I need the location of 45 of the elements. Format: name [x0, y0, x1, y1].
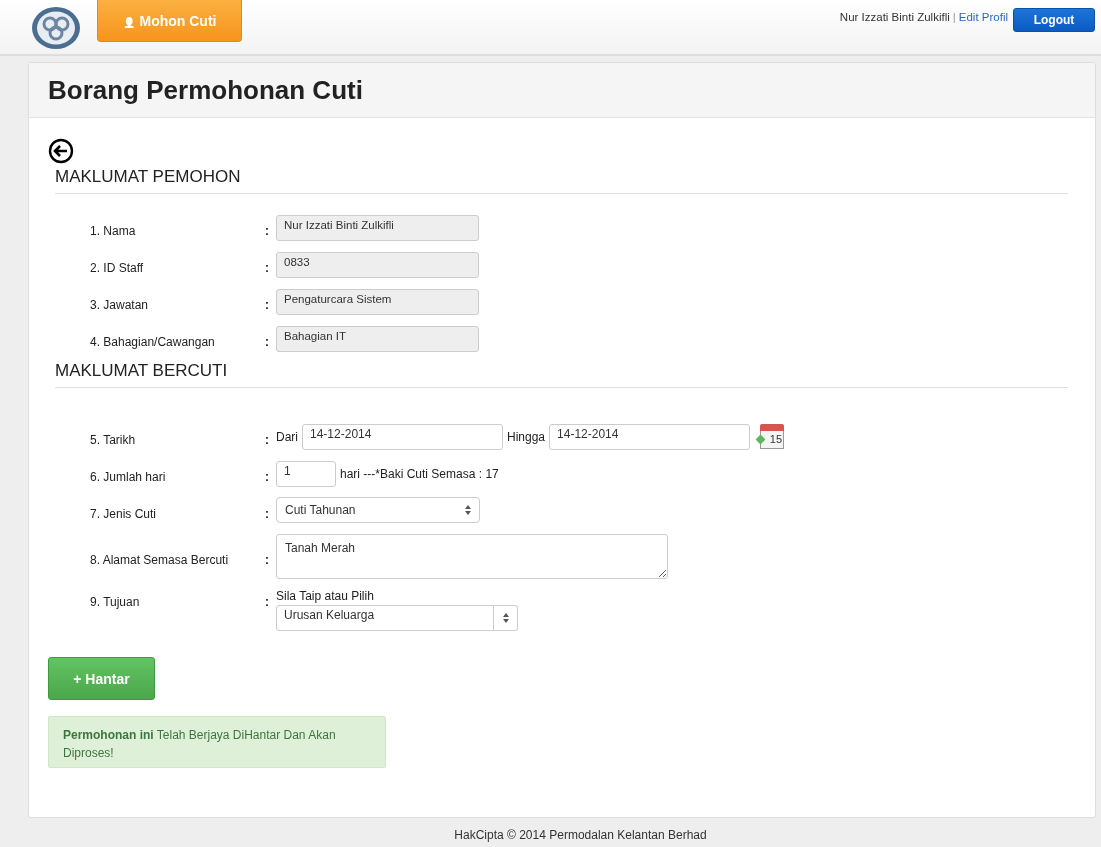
readonly-field[interactable]: Pengaturcara Sistem [276, 288, 479, 315]
field-label: 6. Jumlah hari [90, 468, 167, 484]
field-label: 1. Nama [90, 222, 137, 238]
edit-profile-link[interactable]: Edit Profil [958, 11, 1008, 23]
start-date-field[interactable]: 14-12-2014 [302, 423, 503, 450]
select-arrows-icon [465, 504, 471, 515]
readonly-field[interactable]: Nur Izzati Binti Zulkifli [276, 214, 479, 241]
section-heading: MAKLUMAT PEMOHON [55, 167, 1068, 194]
select-arrows-icon [502, 613, 509, 623]
section-heading: MAKLUMAT BERCUTI [55, 361, 1068, 388]
logo-icon [30, 6, 82, 50]
balance-note: hari ---*Baki Cuti Semasa : 17 [340, 466, 499, 481]
field-label: 2. ID Staff [90, 259, 145, 275]
readonly-field[interactable]: Bahagian IT [276, 325, 479, 352]
field-label: 4. Bahagian/Cawangan [90, 333, 216, 349]
field-label: 8. Alamat Semasa Bercuti [90, 551, 230, 567]
colon: : [265, 551, 270, 567]
separator: | [952, 11, 956, 23]
colon: : [265, 296, 270, 312]
field-label: 3. Jawatan [90, 296, 150, 312]
footer-text: HakCipta © 2014 Permodalan Kelantan Berhad [453, 828, 708, 842]
colon: : [265, 594, 270, 609]
colon: : [265, 468, 270, 484]
to-label: Hingga [507, 429, 546, 444]
purpose-combo-field[interactable]: Urusan Keluarga [276, 605, 494, 631]
colon: : [265, 333, 270, 349]
colon: : [265, 259, 270, 275]
field-label: 5. Tarikh [90, 431, 137, 447]
hint-text: Sila Taip atau Pilih [276, 589, 375, 603]
leave-type-select[interactable]: Cuti Tahunan [276, 496, 480, 523]
dropdown-toggle[interactable] [494, 605, 518, 631]
success-alert: Permohonan ini Telah Berjaya DiHantar Dan Akan Diproses! [48, 716, 386, 768]
address-textarea[interactable]: Tanah Merah [276, 534, 668, 579]
readonly-field[interactable]: 0833 [276, 251, 479, 278]
user-name: Nur Izzati Binti Zulkifli [839, 11, 950, 23]
field-label: 7. Jenis Cuti [90, 505, 158, 521]
colon: : [265, 431, 270, 447]
colon: : [265, 222, 270, 238]
field-label: 9. Tujuan [90, 594, 141, 609]
logout-button[interactable]: Logout [1013, 8, 1095, 32]
colon: : [265, 505, 270, 521]
days-field[interactable]: 1 [276, 460, 336, 487]
page-title: Borang Permohonan Cuti [48, 74, 363, 106]
from-label: Dari [276, 429, 298, 444]
end-date-field[interactable]: 14-12-2014 [549, 423, 751, 450]
